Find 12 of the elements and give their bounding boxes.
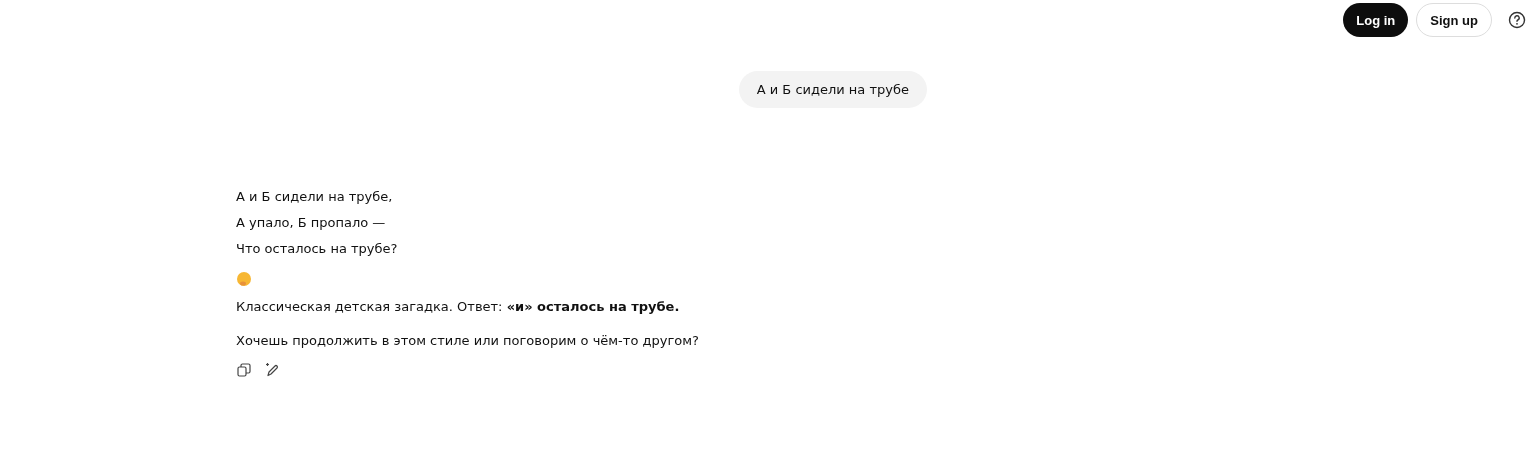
poem-line: А упало, Б пропало — bbox=[236, 214, 387, 232]
copy-icon[interactable] bbox=[237, 363, 251, 377]
poem-line: А и Б сидели на трубе, bbox=[236, 188, 394, 206]
question-text: Хочешь продолжить в этом стиле или поговорим о чём-то другом? bbox=[236, 332, 700, 350]
answer-text: Классическая детская загадка. Ответ: «и» осталось на трубе. bbox=[236, 298, 681, 316]
signup-button[interactable]: Sign up bbox=[1416, 3, 1492, 37]
user-message: А и Б сидели на трубе bbox=[738, 71, 927, 108]
edit-icon[interactable] bbox=[265, 363, 280, 377]
help-icon[interactable] bbox=[1508, 11, 1526, 29]
poem-line: Что осталось на трубе? bbox=[236, 240, 399, 258]
login-button[interactable]: Log in bbox=[1343, 3, 1409, 37]
emoji-icon bbox=[236, 271, 252, 287]
